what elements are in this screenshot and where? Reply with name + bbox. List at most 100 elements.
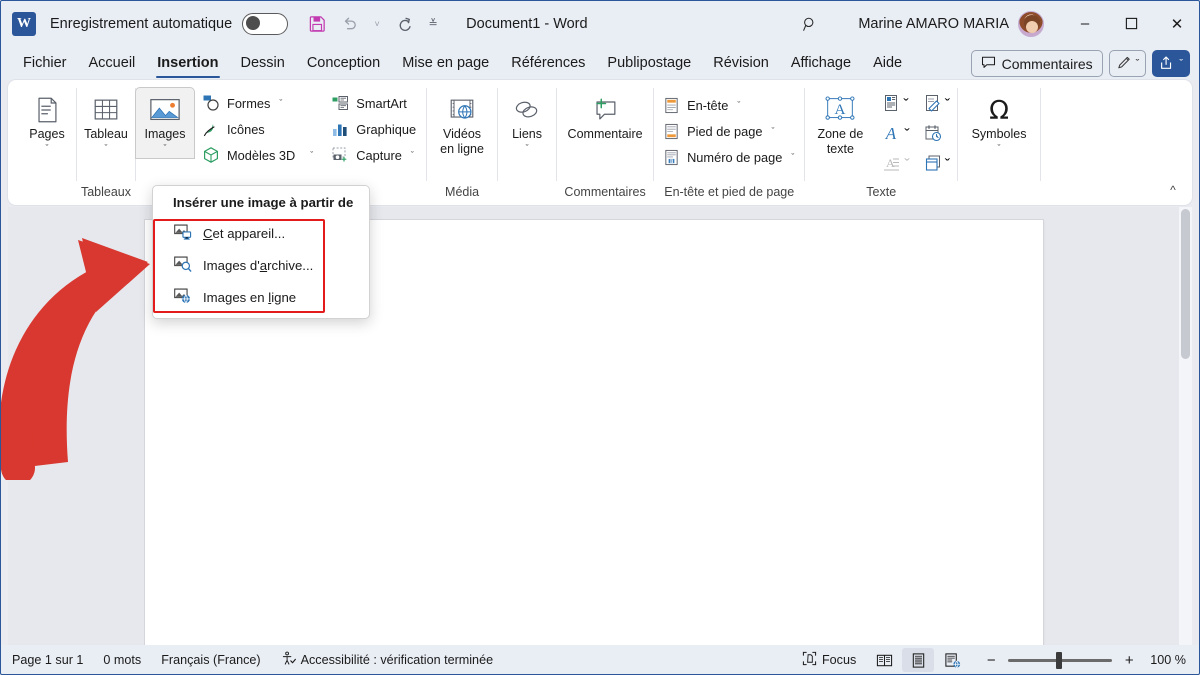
chart-button[interactable]: Graphique xyxy=(327,116,422,142)
collapse-ribbon-icon[interactable]: ^ xyxy=(1162,179,1184,201)
zoom-out-button[interactable]: − xyxy=(982,652,1000,669)
search-icon[interactable] xyxy=(790,4,830,44)
tab-fichier[interactable]: Fichier xyxy=(12,52,78,75)
autosave-label: Enregistrement automatique xyxy=(50,15,233,32)
table-button[interactable]: Tableau ˇ xyxy=(77,88,135,158)
zoom-level-label[interactable]: 100 % xyxy=(1150,653,1186,667)
date-time-button[interactable] xyxy=(921,122,953,149)
icons-button[interactable]: Icônes xyxy=(198,116,319,142)
autosave-toggle[interactable] xyxy=(242,12,289,35)
save-icon[interactable] xyxy=(302,9,332,39)
chevron-down-icon: ˇ xyxy=(737,100,741,110)
chevron-down-icon: ˇ xyxy=(904,157,910,174)
title-bar-right: Marine AMARO MARIA – ✕ xyxy=(790,0,1200,47)
3d-models-button[interactable]: Modèles 3D ˇ xyxy=(198,142,319,168)
avatar[interactable] xyxy=(1018,10,1044,37)
tab-dessin[interactable]: Dessin xyxy=(230,52,296,75)
web-layout-icon[interactable] xyxy=(936,648,968,672)
footer-button[interactable]: Pied de page ˇ xyxy=(658,118,800,144)
links-button[interactable]: Liens ˇ xyxy=(498,88,556,158)
header-button[interactable]: En-tête ˇ xyxy=(658,92,800,118)
redo-icon[interactable] xyxy=(390,9,420,39)
tab-references[interactable]: Références xyxy=(500,52,596,75)
links-icon xyxy=(512,93,542,127)
tab-publipostage[interactable]: Publipostage xyxy=(596,52,702,75)
comments-button[interactable]: Commentaires xyxy=(970,50,1103,77)
object-button[interactable]: ˇ xyxy=(921,152,953,179)
online-videos-label: Vidéos en ligne xyxy=(440,127,484,156)
print-layout-icon[interactable] xyxy=(902,648,935,672)
text-box-button[interactable]: A Zone de texte xyxy=(805,88,875,159)
word-count[interactable]: 0 mots xyxy=(93,648,151,672)
page-number-button[interactable]: Numéro de page ˇ xyxy=(658,144,800,170)
pages-label: Pages xyxy=(29,127,65,141)
object-icon xyxy=(924,154,942,177)
maximize-button[interactable] xyxy=(1108,0,1154,47)
focus-icon xyxy=(802,651,817,669)
ribbon-group-pages: Pages ˇ xyxy=(8,80,76,205)
undo-dropdown-chevron-icon[interactable]: ˅ xyxy=(366,9,388,39)
chevron-down-icon: ˇ xyxy=(104,143,108,153)
group-label-symboles xyxy=(958,199,1040,205)
tab-aide[interactable]: Aide xyxy=(862,52,913,75)
title-bar: W Enregistrement automatique ˅ ≚ Documen… xyxy=(0,0,1200,47)
online-videos-button[interactable]: Vidéos en ligne xyxy=(427,88,497,159)
pictures-button[interactable]: Images ˇ xyxy=(136,88,194,158)
screenshot-button[interactable]: Capture ˇ xyxy=(327,142,422,168)
shapes-button[interactable]: Formes ˇ xyxy=(198,90,319,116)
tab-affichage[interactable]: Affichage xyxy=(780,52,862,75)
zoom-slider[interactable] xyxy=(1008,651,1113,669)
zoom-slider-thumb[interactable] xyxy=(1056,651,1063,669)
svg-text:Ω: Ω xyxy=(989,96,1009,125)
group-label-liens xyxy=(498,199,556,205)
share-button[interactable]: ˇ xyxy=(1152,50,1190,77)
3d-models-icon xyxy=(202,146,220,164)
drop-cap-button[interactable]: A ˇ xyxy=(879,153,912,179)
quick-parts-icon xyxy=(882,94,900,117)
vertical-scrollbar[interactable] xyxy=(1179,207,1192,645)
user-name-label[interactable]: Marine AMARO MARIA xyxy=(858,16,1009,32)
chevron-down-icon: ˇ xyxy=(525,143,529,153)
smartart-button[interactable]: SmartArt xyxy=(327,90,422,116)
focus-button[interactable]: Focus xyxy=(792,648,866,672)
minimize-button[interactable]: – xyxy=(1062,0,1108,47)
symbols-button[interactable]: Ω Symboles ˇ xyxy=(958,88,1040,158)
close-button[interactable]: ✕ xyxy=(1154,0,1200,47)
ribbon-tab-strip: Fichier Accueil Insertion Dessin Concept… xyxy=(0,47,1200,80)
share-chevron-down-icon: ˇ xyxy=(1179,57,1183,70)
screenshot-label: Capture xyxy=(356,147,402,163)
read-mode-icon[interactable] xyxy=(868,648,900,672)
chevron-down-icon: ˇ xyxy=(279,98,283,108)
menu-item-label: Images en ligne xyxy=(203,289,297,305)
menu-item-label: Cet appareil... xyxy=(203,225,286,241)
tab-insertion[interactable]: Insertion xyxy=(146,52,229,78)
signature-line-button[interactable]: ˇ xyxy=(921,92,953,119)
page-number-icon xyxy=(662,148,680,166)
symbols-icon: Ω xyxy=(984,93,1014,127)
svg-text:A: A xyxy=(835,101,846,118)
tab-mise-en-page[interactable]: Mise en page xyxy=(391,52,500,75)
smartart-icon xyxy=(331,94,349,112)
customize-quick-access-toolbar-icon[interactable]: ≚ xyxy=(422,9,444,39)
group-label-commentaires: Commentaires xyxy=(564,185,646,199)
tab-strip-actions: Commentaires ˇ ˇ xyxy=(970,50,1200,77)
zoom-in-button[interactable]: + xyxy=(1120,652,1138,669)
new-comment-label: Commentaire xyxy=(567,127,643,141)
page-info[interactable]: Page 1 sur 1 xyxy=(0,648,93,672)
chart-label: Graphique xyxy=(356,121,417,137)
undo-icon[interactable] xyxy=(334,9,364,39)
tab-revision[interactable]: Révision xyxy=(702,52,780,75)
language-indicator[interactable]: Français (France) xyxy=(151,648,270,672)
ribbon-group-texte: A Zone de texte ˇ A ˇ A ˇ ˇ ˇ Texte xyxy=(805,80,957,205)
pen-button[interactable]: ˇ xyxy=(1108,50,1147,77)
tab-conception[interactable]: Conception xyxy=(296,52,391,75)
scrollbar-thumb[interactable] xyxy=(1181,209,1190,359)
wordart-button[interactable]: A ˇ xyxy=(879,122,912,150)
new-comment-button[interactable]: Commentaire xyxy=(557,88,653,144)
tab-accueil[interactable]: Accueil xyxy=(78,52,147,75)
ribbon-group-liens: Liens ˇ xyxy=(498,80,556,205)
pages-button[interactable]: Pages ˇ xyxy=(18,88,76,158)
accessibility-status[interactable]: Accessibilité : vérification terminée xyxy=(271,648,503,672)
chevron-down-icon: ˇ xyxy=(791,152,795,162)
quick-parts-button[interactable]: ˇ xyxy=(879,92,912,119)
